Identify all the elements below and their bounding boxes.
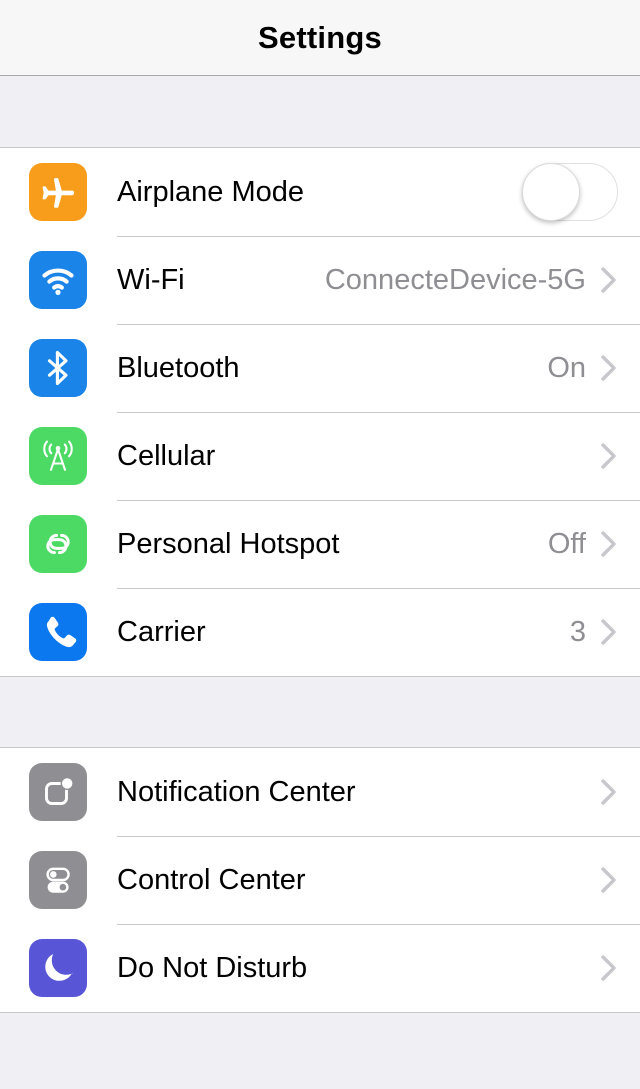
settings-row-label: Personal Hotspot [117,527,340,560]
settings-row-label: Wi-Fi [117,263,185,296]
settings-row-do-not-disturb[interactable]: Do Not Disturb [0,924,640,1012]
group-spacer-middle [0,676,640,748]
chevron-right-icon [600,777,618,807]
control-center-icon [29,851,87,909]
wifi-icon [29,251,87,309]
airplane-icon [29,163,87,221]
settings-row-label: Cellular [117,439,216,472]
settings-row-label: Airplane Mode [117,175,304,208]
settings-row-value: On [547,351,586,384]
toggle-knob [522,163,580,221]
settings-row-wi-fi[interactable]: Wi-Fi ConnecteDevice-5G [0,236,640,324]
settings-row-control-center[interactable]: Control Center [0,836,640,924]
settings-group-notifications: Notification Center Control Center Do No… [0,748,640,1012]
chevron-right-icon [600,529,618,559]
settings-row-airplane-mode[interactable]: Airplane Mode [0,148,640,236]
navigation-bar: Settings [0,0,640,76]
settings-row-value: Off [547,527,586,560]
settings-row-carrier[interactable]: Carrier 3 [0,588,640,676]
chevron-right-icon [600,265,618,295]
settings-row-value: ConnecteDevice-5G [324,263,586,296]
settings-row-personal-hotspot[interactable]: Personal Hotspot Off [0,500,640,588]
notification-center-icon [29,763,87,821]
settings-row-cellular[interactable]: Cellular [0,412,640,500]
chevron-right-icon [600,617,618,647]
settings-row-notification-center[interactable]: Notification Center [0,748,640,836]
settings-group-connectivity: Airplane Mode Wi-Fi ConnecteDevice-5G Bl… [0,148,640,676]
chevron-right-icon [600,441,618,471]
moon-icon [29,939,87,997]
settings-screen: Settings Airplane Mode Wi-Fi ConnecteDev… [0,0,640,1089]
phone-icon [29,603,87,661]
chevron-right-icon [600,353,618,383]
settings-row-label: Do Not Disturb [117,951,308,984]
settings-row-bluetooth[interactable]: Bluetooth On [0,324,640,412]
cellular-icon [29,427,87,485]
group-spacer-top [0,76,640,148]
chevron-right-icon [600,953,618,983]
group-spacer-bottom [0,1012,640,1089]
settings-row-label: Carrier [117,615,206,648]
settings-row-label: Bluetooth [117,351,240,384]
bluetooth-icon [29,339,87,397]
page-title: Settings [258,19,382,55]
airplane-mode-toggle[interactable] [522,163,618,221]
settings-row-label: Notification Center [117,775,356,808]
settings-row-label: Control Center [117,863,306,896]
chevron-right-icon [600,865,618,895]
settings-row-value: 3 [569,615,586,648]
hotspot-icon [29,515,87,573]
